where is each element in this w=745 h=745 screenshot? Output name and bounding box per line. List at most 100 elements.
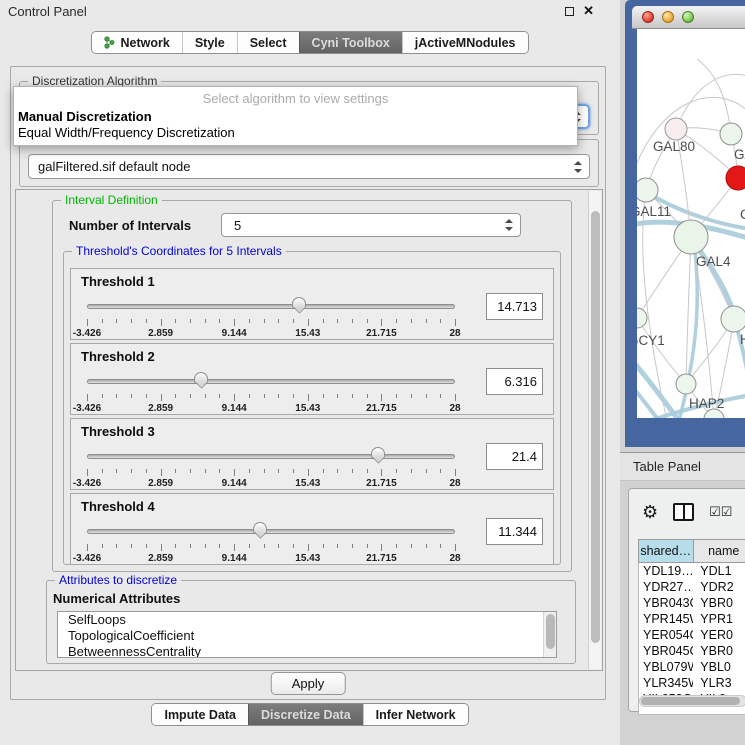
threshold-value-field[interactable] <box>486 368 543 395</box>
network-node[interactable] <box>721 306 745 332</box>
attribute-list-item[interactable]: SelfLoops <box>58 612 556 628</box>
number-of-intervals-combobox[interactable]: 5 <box>221 213 521 237</box>
threshold-slider[interactable]: -3.4262.8599.14415.4321.71528 <box>87 522 455 564</box>
table-cell-name[interactable]: YDR2 <box>693 579 745 595</box>
table-cell-name[interactable]: YLR3 <box>693 675 745 691</box>
network-node-label: GA <box>734 147 745 162</box>
float-window-icon[interactable] <box>565 7 574 16</box>
network-node[interactable] <box>637 308 647 328</box>
threshold-slider[interactable]: -3.4262.8599.14415.4321.71528 <box>87 372 455 414</box>
network-node[interactable] <box>637 178 658 202</box>
table-cell-name[interactable]: YBL0 <box>693 659 745 675</box>
network-node-label: HAP2 <box>689 396 724 411</box>
table-cell-shared-name[interactable]: YBR045C <box>639 643 693 659</box>
slider-track[interactable] <box>87 454 455 459</box>
network-window-titlebar[interactable] <box>632 6 745 29</box>
tab-style[interactable]: Style <box>182 32 237 53</box>
table-cell-name[interactable]: YPR1 <box>693 611 745 627</box>
threshold-slider[interactable]: -3.4262.8599.14415.4321.71528 <box>87 297 455 339</box>
apply-button[interactable]: Apply <box>271 672 346 695</box>
close-icon[interactable]: ✕ <box>583 3 594 19</box>
table-cell-shared-name[interactable]: YLR345W <box>639 675 693 691</box>
slider-track[interactable] <box>87 529 455 534</box>
slider-tick-label: -3.426 <box>73 403 101 414</box>
table-row[interactable]: YBL079WYBL0 <box>639 659 745 675</box>
slider-tick <box>396 319 397 323</box>
zoom-traffic-light-icon[interactable] <box>682 11 694 23</box>
network-node[interactable] <box>676 374 696 394</box>
attribute-list-item[interactable]: TopologicalCoefficient <box>58 628 556 644</box>
table-horizontal-scrollbar[interactable] <box>639 695 745 707</box>
network-node[interactable] <box>665 118 687 140</box>
table-cell-shared-name[interactable]: YDR27… <box>639 579 693 595</box>
table-cell-name[interactable]: YDL1 <box>693 563 745 579</box>
select-columns-icon[interactable]: ☑☑ <box>709 504 732 520</box>
tab-impute-data[interactable]: Impute Data <box>152 704 248 725</box>
table-cell-shared-name[interactable]: YER054C <box>639 627 693 643</box>
column-header-name[interactable]: name <box>694 539 745 563</box>
table-row[interactable]: YLR345WYLR3 <box>639 675 745 691</box>
slider-tick <box>337 544 338 548</box>
gear-icon[interactable]: ⚙ <box>642 503 658 521</box>
attributes-scrollbar-thumb[interactable] <box>546 614 555 649</box>
slider-tick-label: 9.144 <box>222 403 247 414</box>
table-row[interactable]: YDL19…YDL1 <box>639 563 745 579</box>
algorithm-placeholder-option[interactable]: Select algorithm to view settings <box>14 87 577 109</box>
threshold-slider[interactable]: -3.4262.8599.14415.4321.71528 <box>87 447 455 489</box>
panel-scrollbar-thumb[interactable] <box>591 211 600 643</box>
table-horizontal-scrollbar-thumb[interactable] <box>641 697 740 705</box>
slider-tick <box>87 394 88 401</box>
slider-tick <box>131 544 132 548</box>
column-header-shared-name[interactable]: shared… <box>638 539 694 563</box>
tab-jactivemnodules[interactable]: jActiveMNodules <box>402 32 528 53</box>
table-cell-name[interactable]: YBR0 <box>693 643 745 659</box>
threshold-value-field[interactable] <box>486 443 543 470</box>
tab-select[interactable]: Select <box>237 32 299 53</box>
network-canvas[interactable]: GAL80GACGAL11GAL4GCY1HHAP2 <box>637 29 745 418</box>
table-row[interactable]: YER054CYER0 <box>639 627 745 643</box>
table-row[interactable]: YDR27…YDR2 <box>639 579 745 595</box>
table-data-combobox[interactable]: galFiltered.sif default node <box>28 154 590 179</box>
network-edge[interactable] <box>697 59 731 134</box>
network-node[interactable] <box>674 220 708 254</box>
algorithm-option-manual[interactable]: Manual Discretization <box>14 109 577 125</box>
tab-network[interactable]: Network <box>92 32 181 53</box>
attribute-list-item[interactable]: BetweennessCentrality <box>58 644 556 658</box>
table-row[interactable]: YBR043CYBR0 <box>639 595 745 611</box>
slider-tick-label: 21.715 <box>366 478 397 489</box>
close-traffic-light-icon[interactable] <box>642 11 654 23</box>
algorithm-option-equal-width[interactable]: Equal Width/Frequency Discretization <box>14 125 577 141</box>
tab-infer-network[interactable]: Infer Network <box>363 704 468 725</box>
slider-thumb[interactable] <box>194 372 208 384</box>
number-of-intervals-value: 5 <box>234 218 241 233</box>
table-cell-name[interactable]: YER0 <box>693 627 745 643</box>
slider-track[interactable] <box>87 379 455 384</box>
table-cell-shared-name[interactable]: YDL19… <box>639 563 693 579</box>
slider-thumb[interactable] <box>371 447 385 459</box>
panel-scrollbar[interactable] <box>588 191 601 669</box>
tab-cyni-toolbox[interactable]: Cyni Toolbox <box>299 32 402 53</box>
table-cell-shared-name[interactable]: YBR043C <box>639 595 693 611</box>
table-row[interactable]: YPR145WYPR1 <box>639 611 745 627</box>
table-cell-shared-name[interactable]: YPR145W <box>639 611 693 627</box>
numerical-attributes-list[interactable]: SelfLoopsTopologicalCoefficientBetweenne… <box>57 611 557 658</box>
tab-discretize-data[interactable]: Discretize Data <box>248 704 363 725</box>
slider-thumb[interactable] <box>253 522 267 534</box>
slider-track[interactable] <box>87 304 455 309</box>
table-row[interactable]: YBR045CYBR0 <box>639 643 745 659</box>
threshold-value-field[interactable] <box>486 293 543 320</box>
attributes-scrollbar[interactable] <box>543 612 556 657</box>
threshold-value-field[interactable] <box>486 518 543 545</box>
network-edge[interactable] <box>637 385 663 418</box>
table-cell-shared-name[interactable]: YBL079W <box>639 659 693 675</box>
network-edge[interactable] <box>637 359 681 418</box>
slider-tick <box>87 544 88 551</box>
network-node[interactable] <box>720 123 742 145</box>
table-cell-name[interactable]: YBR0 <box>693 595 745 611</box>
network-node[interactable] <box>726 166 745 190</box>
split-columns-icon[interactable] <box>673 503 694 521</box>
slider-thumb[interactable] <box>292 297 306 309</box>
minimize-traffic-light-icon[interactable] <box>662 11 674 23</box>
slider-tick-label: 15.43 <box>295 553 320 564</box>
control-panel: Control Panel ✕ <box>0 0 620 745</box>
